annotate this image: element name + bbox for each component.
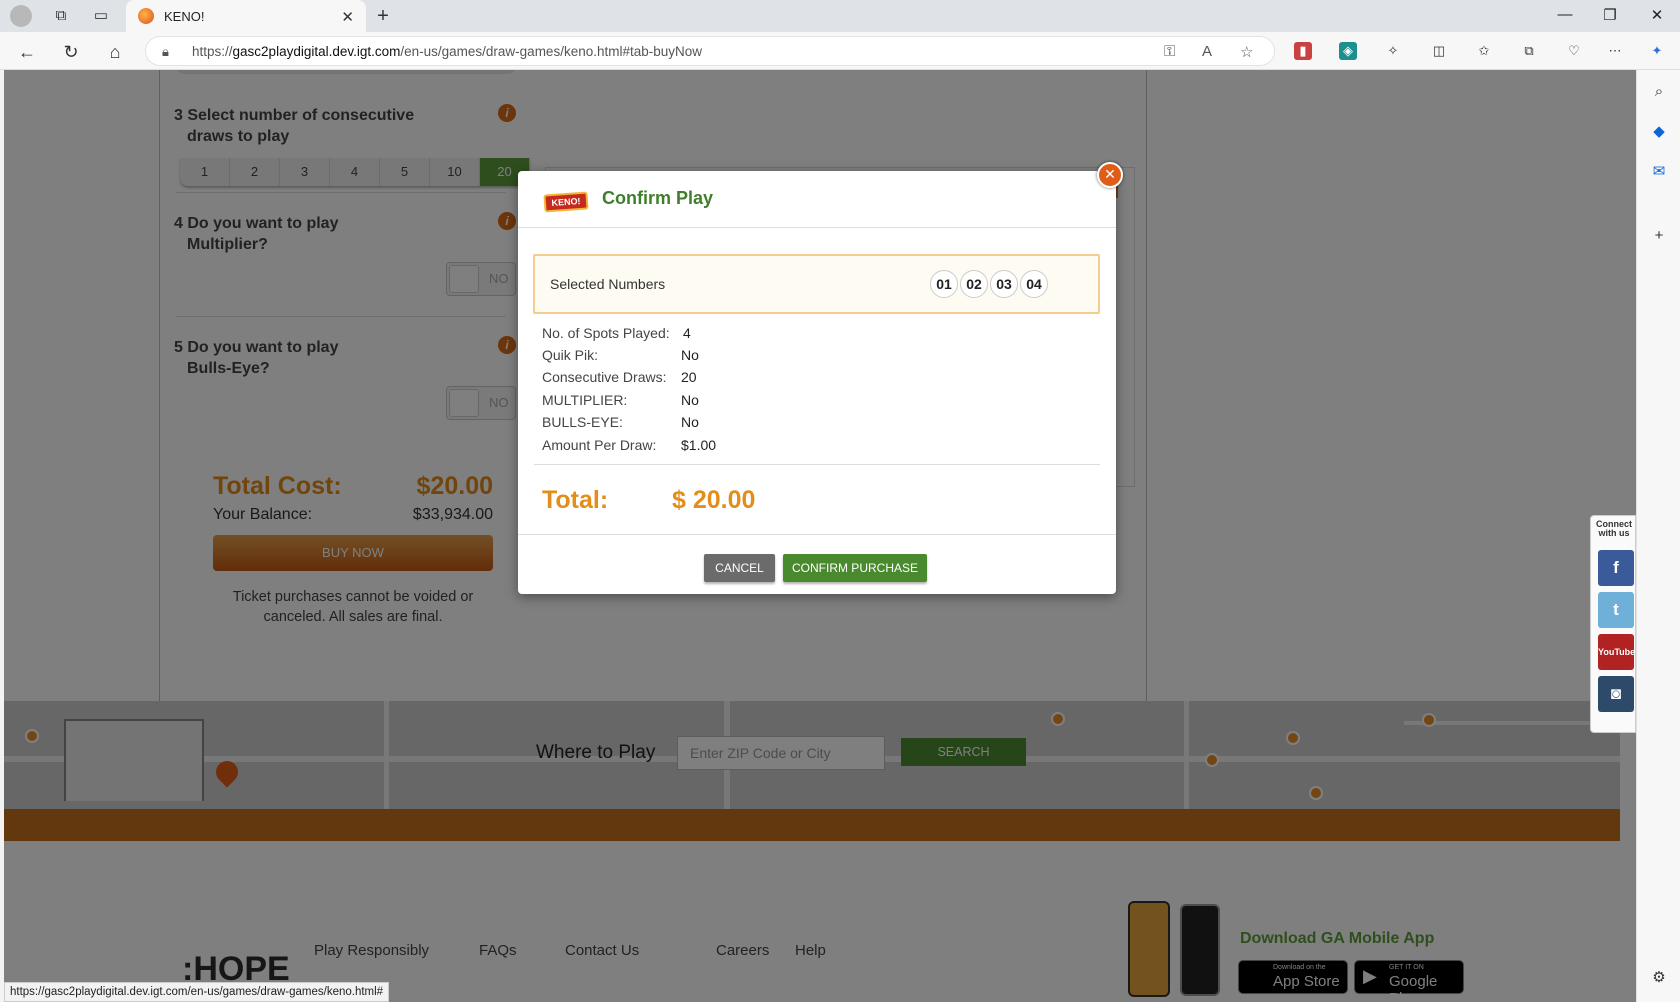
modal-title: Confirm Play — [602, 188, 714, 208]
number-ball: 01 — [930, 270, 958, 298]
favorites-icon[interactable]: ✩ — [1475, 42, 1493, 60]
new-tab-icon[interactable]: + — [374, 6, 392, 26]
status-bar-url: https://gasc2playdigital.dev.igt.com/en-… — [4, 982, 390, 1002]
sidebar-outlook-icon[interactable]: ✉ — [1649, 162, 1669, 182]
lock-icon[interactable]: 🔒︎ — [162, 44, 169, 60]
detail-bulls-eye: BULLS-EYE: No — [542, 414, 699, 430]
selected-numbers-label: Selected Numbers — [550, 276, 666, 292]
number-ball: 03 — [990, 270, 1018, 298]
tab-close-icon[interactable]: ✕ — [341, 8, 354, 26]
read-aloud-icon[interactable]: A — [1202, 43, 1212, 60]
social-caption: Connect with us — [1596, 519, 1632, 538]
url-text: https://gasc2playdigital.dev.igt.com/en-… — [192, 44, 703, 59]
sidebar-add-icon[interactable]: + — [1649, 226, 1669, 246]
modal-header: KENO! Confirm Play — [518, 171, 1116, 228]
instagram-icon[interactable]: ◙ — [1598, 676, 1634, 712]
sidebar-search-icon[interactable]: ⌕ — [1649, 82, 1669, 102]
minimize-icon[interactable]: — — [1550, 6, 1580, 23]
url-field[interactable]: 🔒︎ https://gasc2playdigital.dev.igt.com/… — [145, 36, 1275, 66]
browser-tab[interactable]: KENO! ✕ — [126, 0, 366, 32]
confirm-play-modal: KENO! Confirm Play ✕ Selected Numbers 01… — [518, 162, 1123, 594]
edge-sidebar: ⌕ ◆ ✉ + ⚙ — [1636, 70, 1680, 1002]
page-content: 3 Select number of consecutive draws to … — [4, 70, 1636, 1002]
extensions-puzzle-icon[interactable]: ✧ — [1384, 42, 1402, 60]
modal-divider — [518, 534, 1116, 535]
detail-multiplier: MULTIPLIER: No — [542, 392, 699, 408]
split-screen-icon[interactable]: ◫ — [1430, 42, 1448, 60]
address-bar: ← ↻ ⌂ 🔒︎ https://gasc2playdigital.dev.ig… — [0, 32, 1680, 70]
key-icon[interactable]: ⚿ — [1164, 43, 1175, 60]
tab-actions-icon[interactable]: ▭ — [92, 7, 110, 25]
extension-red-icon[interactable]: ▮ — [1294, 42, 1312, 60]
refresh-icon[interactable]: ↻ — [60, 41, 82, 63]
keno-favicon-icon — [138, 8, 154, 24]
home-icon[interactable]: ⌂ — [104, 41, 126, 63]
detail-amount-per-draw: Amount Per Draw: $1.00 — [542, 437, 717, 453]
confirm-purchase-button[interactable]: CONFIRM PURCHASE — [783, 554, 927, 582]
keno-logo: KENO! — [543, 191, 589, 213]
sidebar-settings-icon[interactable]: ⚙ — [1649, 968, 1669, 988]
browser-titlebar: ⧉ ▭ KENO! ✕ + — ❐ ✕ — [0, 0, 1680, 32]
window-close-icon[interactable]: ✕ — [1642, 6, 1672, 24]
detail-spots-played: No. of Spots Played: 4 — [542, 325, 691, 341]
modal-total-value: $ 20.00 — [672, 486, 756, 514]
favorite-star-icon[interactable]: ☆ — [1240, 43, 1253, 61]
social-sidebar: Connect with us f t YouTube ◙ — [1590, 515, 1636, 733]
modal-close-icon[interactable]: ✕ — [1097, 162, 1123, 188]
copilot-icon[interactable]: ✦ — [1648, 42, 1666, 60]
tab-title: KENO! — [164, 8, 205, 24]
profile-avatar-icon[interactable] — [10, 5, 32, 27]
browser-essentials-icon[interactable]: ♡ — [1565, 42, 1583, 60]
extension-teal-icon[interactable]: ◈ — [1339, 42, 1357, 60]
detail-quik-pik: Quik Pik: No — [542, 347, 699, 363]
back-icon[interactable]: ← — [16, 41, 38, 63]
number-ball: 02 — [960, 270, 988, 298]
youtube-icon[interactable]: YouTube — [1598, 634, 1635, 670]
facebook-icon[interactable]: f — [1598, 550, 1634, 586]
restore-icon[interactable]: ❐ — [1595, 6, 1625, 24]
detail-consecutive-draws: Consecutive Draws: 20 — [542, 369, 697, 385]
collections-icon[interactable]: ⧉ — [1520, 42, 1538, 60]
sidebar-copilot-icon[interactable]: ◆ — [1649, 122, 1669, 142]
workspaces-icon[interactable]: ⧉ — [52, 7, 70, 25]
twitter-icon[interactable]: t — [1598, 592, 1634, 628]
cancel-button[interactable]: CANCEL — [704, 554, 775, 582]
selected-numbers-box: Selected Numbers 01 02 03 04 — [533, 254, 1100, 314]
number-ball: 04 — [1020, 270, 1048, 298]
more-menu-icon[interactable]: ⋯ — [1606, 42, 1624, 60]
modal-divider — [534, 464, 1100, 465]
modal-total-label: Total: — [542, 486, 609, 514]
